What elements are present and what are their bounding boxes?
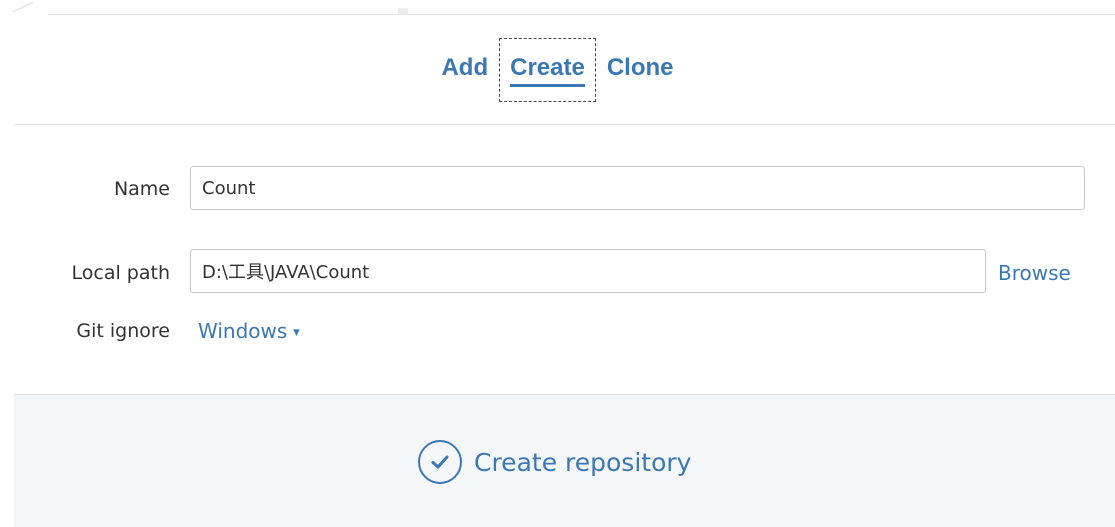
caret-down-icon: ▾ [293, 325, 300, 340]
git-ignore-value: Windows [198, 319, 288, 343]
git-ignore-row: Git ignore Windows ▾ [0, 318, 1115, 348]
git-ignore-dropdown[interactable]: Windows ▾ [198, 319, 300, 343]
name-row: Name [0, 166, 1115, 212]
tab-create[interactable]: Create [499, 38, 596, 102]
git-ignore-label: Git ignore [76, 320, 170, 342]
tab-clone-label: Clone [606, 54, 674, 81]
footer-bar: Create repository [14, 394, 1115, 527]
tab-clone[interactable]: Clone [602, 38, 679, 81]
local-path-label: Local path [71, 262, 170, 284]
repository-tabs: Add Create Clone [0, 38, 1115, 102]
tab-add-label: Add [441, 54, 489, 81]
tab-add[interactable]: Add [436, 38, 493, 81]
name-input[interactable] [190, 166, 1085, 210]
local-path-input[interactable] [190, 249, 986, 293]
create-repository-panel: Add Create Clone Name Local path Browse … [0, 0, 1115, 527]
check-circle-icon [418, 440, 462, 484]
header-divider [14, 124, 1115, 125]
name-label: Name [113, 178, 170, 200]
browse-button[interactable]: Browse [998, 261, 1071, 285]
create-repository-button[interactable]: Create repository [418, 436, 691, 488]
create-repository-label: Create repository [474, 447, 692, 477]
tab-create-label: Create [510, 54, 585, 87]
local-path-row: Local path Browse [0, 249, 1115, 295]
window-top-edge [0, 0, 1115, 18]
